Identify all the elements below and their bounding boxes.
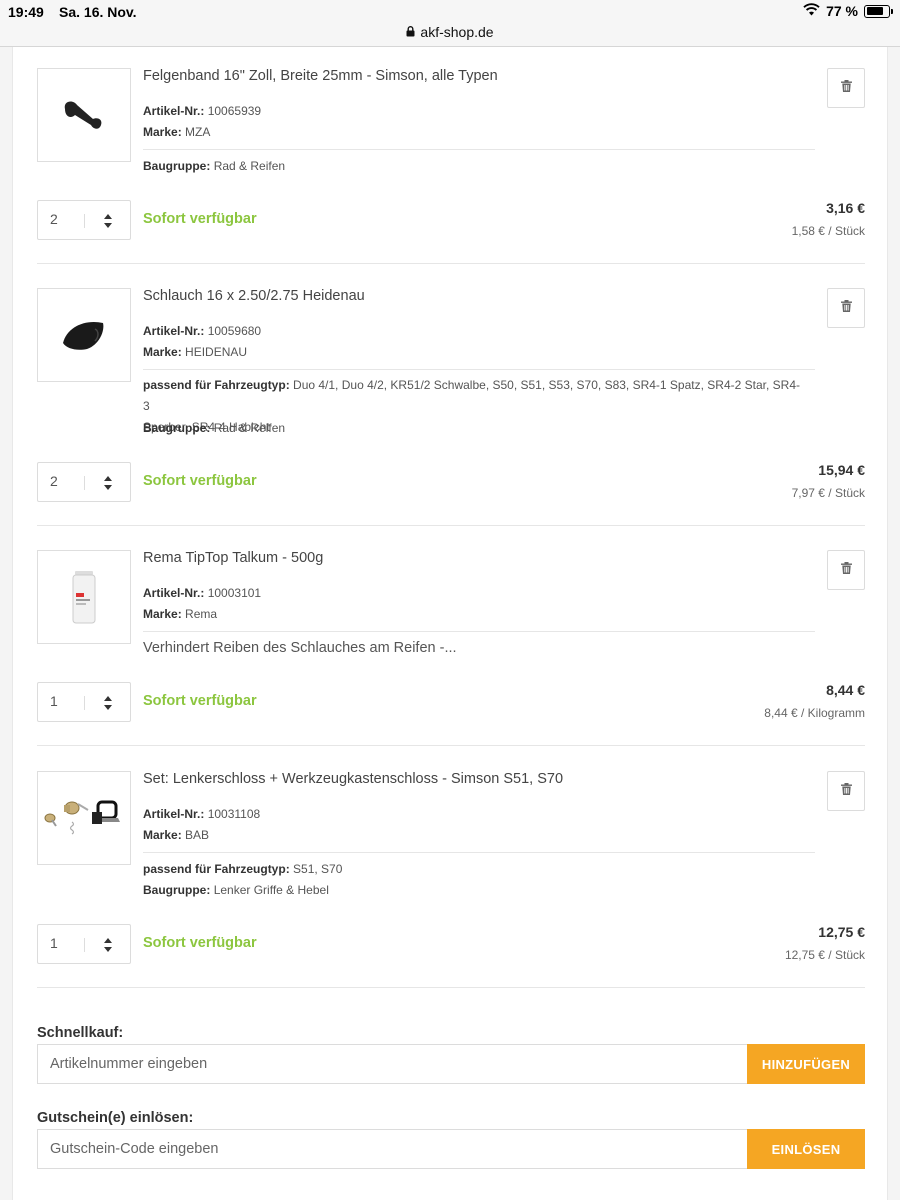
cart-item: Felgenband 16" Zoll, Breite 25mm - Simso… — [37, 68, 865, 248]
url-text: akf-shop.de — [420, 24, 494, 40]
divider — [143, 149, 815, 150]
product-title[interactable]: Felgenband 16" Zoll, Breite 25mm - Simso… — [143, 68, 498, 84]
brand: Marke: MZA — [143, 125, 211, 139]
total-price: 3,16 € — [826, 200, 865, 216]
price-block: 15,94 € 7,97 € / Stück — [792, 462, 865, 500]
status-bar: 19:49 Sa. 16. Nov. 77 % — [0, 0, 900, 24]
sort-arrows-icon — [102, 474, 114, 492]
unit-price: 7,97 € / Stück — [791, 486, 865, 500]
sort-arrows-icon — [102, 694, 114, 712]
battery-percent: 77 % — [826, 3, 858, 19]
redeem-voucher-button[interactable]: EINLÖSEN — [747, 1129, 865, 1169]
compatible-vehicles: passend für Fahrzeugtyp: S51, S70 — [143, 862, 343, 876]
product-group: Baugruppe: Rad & Reifen — [143, 159, 286, 173]
product-title[interactable]: Set: Lenkerschloss + Werkzeugkastenschlo… — [143, 771, 563, 787]
divider — [143, 369, 815, 370]
availability-status: Sofort verfügbar — [143, 935, 257, 951]
divider — [143, 631, 815, 632]
product-image[interactable] — [37, 288, 131, 382]
quantity-select[interactable]: 2 — [37, 462, 131, 502]
total-price: 8,44 € — [826, 682, 865, 698]
lock-icon — [406, 24, 415, 40]
availability-status: Sofort verfügbar — [143, 693, 257, 709]
product-title[interactable]: Rema TipTop Talkum - 500g — [143, 550, 323, 566]
brand: Marke: BAB — [143, 828, 210, 842]
voucher-label: Gutschein(e) einlösen: — [37, 1110, 194, 1126]
status-right: 77 % — [803, 3, 893, 19]
cart-item: Rema TipTop Talkum - 500g Artikel-Nr.: 1… — [37, 550, 865, 750]
add-to-cart-button[interactable]: HINZUFÜGEN — [747, 1044, 865, 1084]
total-price: 15,94 € — [818, 462, 865, 478]
price-block: 12,75 € 12,75 € / Stück — [785, 924, 865, 962]
quantity-value: 2 — [50, 211, 58, 227]
voucher-code-input[interactable] — [37, 1129, 747, 1169]
product-image[interactable] — [37, 68, 131, 162]
brand: Marke: HEIDENAU — [143, 345, 248, 359]
item-separator — [37, 987, 865, 988]
availability-status: Sofort verfügbar — [143, 211, 257, 227]
brand: Marke: Rema — [143, 607, 218, 621]
sort-arrows-icon — [102, 936, 114, 954]
trash-icon — [840, 299, 852, 317]
item-separator — [37, 525, 865, 526]
unit-price: 8,44 € / Kilogramm — [764, 706, 865, 720]
product-image[interactable] — [37, 771, 131, 865]
status-date: Sa. 16. Nov. — [59, 4, 137, 20]
battery-icon — [864, 4, 893, 18]
total-price: 12,75 € — [818, 924, 865, 940]
product-group: Baugruppe: Lenker Griffe & Hebel — [143, 883, 329, 897]
product-title[interactable]: Schlauch 16 x 2.50/2.75 Heidenau — [143, 288, 365, 304]
trash-icon — [840, 782, 852, 800]
item-separator — [37, 745, 865, 746]
status-time: 19:49 — [8, 4, 44, 20]
divider — [143, 852, 815, 853]
cart-item: Schlauch 16 x 2.50/2.75 Heidenau Artikel… — [37, 288, 865, 508]
availability-status: Sofort verfügbar — [143, 473, 257, 489]
price-block: 3,16 € 1,58 € / Stück — [792, 200, 865, 238]
product-description: Verhindert Reiben des Schlauches am Reif… — [143, 640, 457, 656]
remove-item-button[interactable] — [827, 771, 865, 811]
remove-item-button[interactable] — [827, 68, 865, 108]
article-number: Artikel-Nr.: 10065939 — [143, 104, 262, 118]
quantity-select[interactable]: 1 — [37, 924, 131, 964]
wifi-icon — [803, 3, 820, 19]
address-bar[interactable]: akf-shop.de — [0, 24, 900, 47]
remove-item-button[interactable] — [827, 550, 865, 590]
unit-price: 12,75 € / Stück — [784, 948, 865, 962]
quantity-value: 1 — [50, 935, 58, 951]
article-number: Artikel-Nr.: 10059680 — [143, 324, 262, 338]
item-separator — [37, 263, 865, 264]
price-block: 8,44 € 8,44 € / Kilogramm — [764, 682, 865, 720]
quantity-value: 2 — [50, 473, 58, 489]
product-group: Baugruppe: Rad & Reifen — [143, 421, 286, 435]
article-number: Artikel-Nr.: 10003101 — [143, 586, 262, 600]
quantity-select[interactable]: 1 — [37, 682, 131, 722]
article-number-input[interactable] — [37, 1044, 747, 1084]
unit-price: 1,58 € / Stück — [791, 224, 865, 238]
product-image[interactable] — [37, 550, 131, 644]
quickbuy-label: Schnellkauf: — [37, 1025, 124, 1041]
trash-icon — [840, 79, 852, 97]
cart-item: Set: Lenkerschloss + Werkzeugkastenschlo… — [37, 771, 865, 991]
quantity-value: 1 — [50, 693, 58, 709]
quantity-select[interactable]: 2 — [37, 200, 131, 240]
remove-item-button[interactable] — [827, 288, 865, 328]
trash-icon — [840, 561, 852, 579]
sort-arrows-icon — [102, 212, 114, 230]
article-number: Artikel-Nr.: 10031108 — [143, 807, 261, 821]
page-content: Felgenband 16" Zoll, Breite 25mm - Simso… — [12, 47, 888, 1200]
